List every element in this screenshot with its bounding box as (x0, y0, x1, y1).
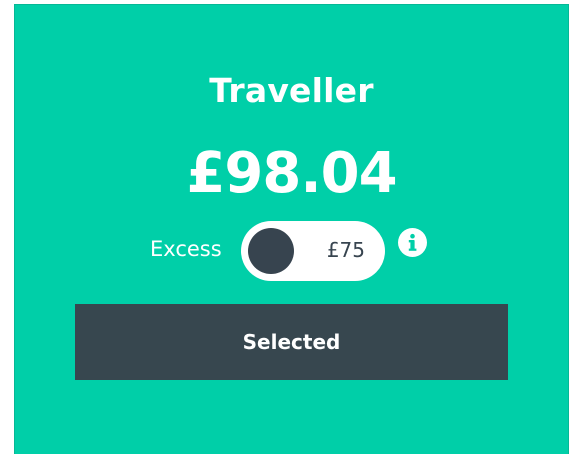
excess-value: £75 (326, 238, 365, 262)
toggle-knob[interactable] (248, 228, 294, 274)
plan-title: Traveller (209, 71, 374, 110)
excess-label: Excess (150, 237, 222, 261)
excess-toggle[interactable]: £75 (241, 221, 385, 281)
plan-price: £98.04 (186, 141, 397, 206)
selected-button[interactable]: Selected (75, 304, 508, 380)
info-circle-icon[interactable] (398, 228, 427, 257)
plan-card: Traveller £98.04 Excess £75 Selected (14, 4, 569, 454)
